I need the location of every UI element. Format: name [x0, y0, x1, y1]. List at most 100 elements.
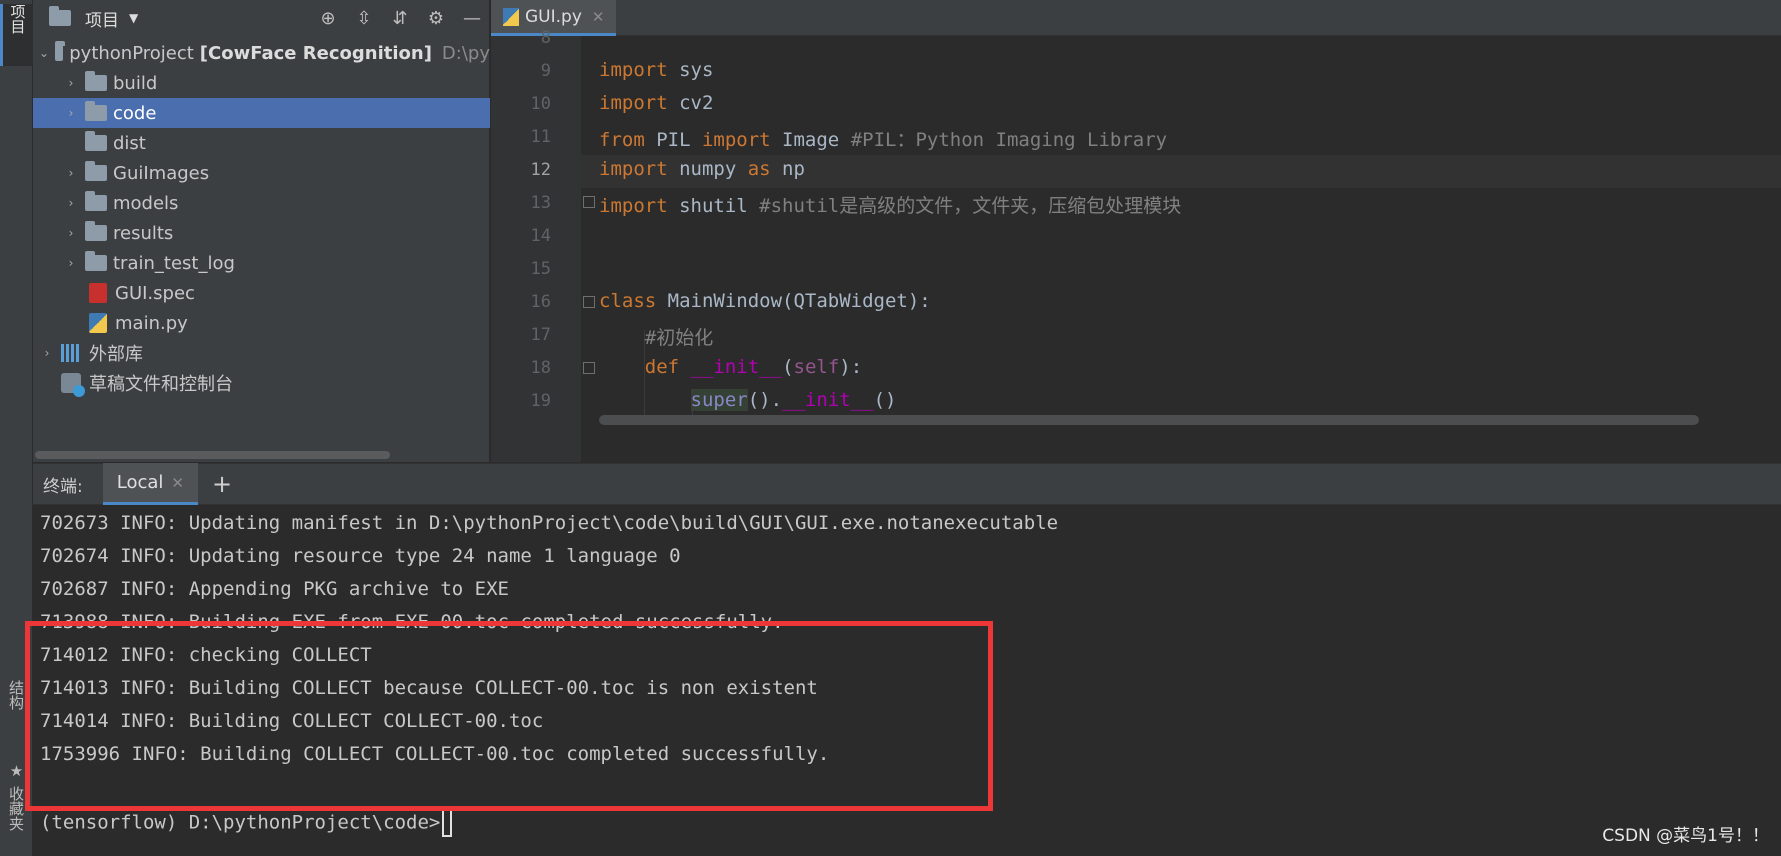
tree-node-label: 外部库: [89, 344, 143, 365]
terminal-tab-local[interactable]: Local ✕: [102, 463, 198, 505]
tool-tab-project-label: 项目: [8, 4, 27, 34]
tree-node-gui-spec[interactable]: GUI.spec: [33, 278, 490, 308]
tree-node-label: 草稿文件和控制台: [89, 374, 233, 395]
terminal-line: 702687 INFO: Appending PKG archive to EX…: [40, 578, 509, 600]
terminal-prompt-line[interactable]: (tensorflow) D:\pythonProject\code>: [40, 809, 453, 837]
fold-marker-icon[interactable]: [583, 196, 595, 208]
tree-node-label: GuiImages: [113, 162, 210, 184]
terminal-line: 702673 INFO: Updating manifest in D:\pyt…: [40, 512, 1059, 534]
folder-icon: [85, 191, 107, 211]
project-tree: ⌄ pythonProject [CowFace Recognition] D:…: [33, 38, 490, 398]
code-line[interactable]: import shutil #shutil是高级的文件，文件夹，压缩包处理模块: [599, 191, 1181, 218]
locate-icon[interactable]: ⊕: [315, 5, 341, 31]
line-number-current: 12: [530, 160, 551, 180]
close-icon[interactable]: ✕: [592, 8, 605, 26]
code-line[interactable]: class MainWindow(QTabWidget):: [599, 290, 931, 312]
tree-node-build[interactable]: › build: [33, 68, 490, 98]
collapse-all-icon[interactable]: ⇵: [387, 5, 413, 31]
tree-node-root[interactable]: ⌄ pythonProject [CowFace Recognition] D:…: [33, 38, 490, 68]
chevron-right-icon[interactable]: ›: [63, 106, 79, 120]
tree-node-label: dist: [113, 132, 146, 154]
chevron-down-icon[interactable]: ▼: [129, 11, 138, 25]
tool-tab-structure-label: 结构: [7, 680, 25, 710]
python-file-icon: [503, 7, 519, 26]
terminal-prompt: (tensorflow) D:\pythonProject\code>: [40, 811, 441, 834]
expand-all-icon[interactable]: ⇳: [351, 5, 377, 31]
chevron-right-icon[interactable]: ›: [63, 226, 79, 240]
code-line[interactable]: def __init__(self):: [599, 356, 862, 378]
line-number-gutter: 8 9 10 11 12 13 14 15 16 17 18 19: [491, 28, 581, 462]
tree-node-main-py[interactable]: main.py: [33, 308, 490, 338]
tree-node-label: results: [113, 222, 174, 244]
chevron-right-icon[interactable]: ›: [63, 76, 79, 90]
tree-node-label: main.py: [115, 312, 188, 334]
folder-icon: [55, 41, 66, 61]
tree-node-label: models: [113, 192, 179, 214]
tree-node-module: [CowFace Recognition]: [199, 42, 432, 64]
spec-file-icon: [89, 283, 107, 303]
line-number: 11: [530, 127, 551, 147]
terminal-title: 终端:: [43, 476, 83, 497]
terminal-line: 702674 INFO: Updating resource type 24 n…: [40, 545, 681, 567]
line-number: 15: [530, 259, 551, 279]
highlight-annotation-box: [25, 621, 993, 811]
tree-node-dist[interactable]: dist: [33, 128, 490, 158]
folder-icon: [85, 71, 107, 91]
editor-horizontal-scrollbar[interactable]: [599, 415, 1699, 425]
line-number: 17: [530, 325, 551, 345]
tree-node-results[interactable]: › results: [33, 218, 490, 248]
tree-node-label: pythonProject: [69, 42, 194, 64]
folder-icon: [85, 251, 107, 271]
folder-icon: [49, 6, 71, 26]
terminal-header: 终端: Local ✕ +: [33, 463, 1781, 505]
code-line[interactable]: from PIL import Image #PIL：Python Imagin…: [599, 125, 1167, 152]
chevron-right-icon[interactable]: ›: [63, 166, 79, 180]
tree-node-external-libraries[interactable]: › 外部库: [33, 338, 490, 368]
chevron-down-icon[interactable]: ⌄: [39, 46, 49, 60]
chevron-right-icon[interactable]: ›: [39, 346, 55, 360]
project-panel-title[interactable]: 项目: [85, 6, 119, 31]
editor-tab-bar: GUI.py ✕: [491, 0, 1781, 36]
minimize-icon[interactable]: —: [459, 5, 485, 31]
code-line[interactable]: super().__init__(): [599, 389, 896, 411]
tree-node-path: D:\py: [441, 42, 490, 64]
tool-tab-project[interactable]: 项目: [0, 4, 33, 66]
watermark: CSDN @菜鸟1号！！: [1602, 826, 1769, 846]
line-number: 9: [540, 61, 551, 81]
tree-node-label: code: [113, 102, 157, 124]
project-horizontal-scrollbar[interactable]: [35, 451, 390, 459]
chevron-right-icon[interactable]: ›: [63, 256, 79, 270]
folder-icon: [85, 101, 107, 121]
close-icon[interactable]: ✕: [171, 474, 184, 492]
line-number: 10: [530, 94, 551, 114]
line-number: 18: [530, 358, 551, 378]
star-icon: ★: [7, 762, 26, 780]
add-terminal-icon[interactable]: +: [212, 470, 232, 498]
folder-icon: [85, 161, 107, 181]
python-file-icon: [89, 313, 107, 333]
tree-node-scratches[interactable]: 草稿文件和控制台: [33, 368, 490, 398]
line-number: 8: [540, 28, 551, 48]
tree-node-label: train_test_log: [113, 252, 235, 274]
terminal-tab-label: Local: [116, 472, 164, 493]
tree-node-code[interactable]: › code: [33, 98, 490, 128]
gear-icon[interactable]: ⚙: [423, 5, 449, 31]
chevron-right-icon[interactable]: ›: [63, 196, 79, 210]
fold-marker-icon[interactable]: [583, 296, 595, 308]
folder-icon: [85, 221, 107, 241]
tree-node-train-test-log[interactable]: › train_test_log: [33, 248, 490, 278]
fold-marker-icon[interactable]: [583, 362, 595, 374]
code-line[interactable]: import sys: [599, 59, 713, 81]
line-number: 19: [530, 391, 551, 411]
tree-node-models[interactable]: › models: [33, 188, 490, 218]
tool-tab-favorites-label: 收藏夹: [7, 786, 25, 831]
code-line[interactable]: import cv2: [599, 92, 713, 114]
code-line[interactable]: #初始化: [599, 323, 713, 350]
line-number: 16: [530, 292, 551, 312]
text-cursor: [442, 809, 453, 837]
tree-node-guiimages[interactable]: › GuiImages: [33, 158, 490, 188]
terminal-output[interactable]: 702673 INFO: Updating manifest in D:\pyt…: [25, 506, 1781, 856]
scratch-console-icon: [61, 373, 85, 397]
code-line[interactable]: import numpy as np: [599, 158, 805, 180]
project-panel-toolbar: ⊕ ⇳ ⇵ ⚙ —: [315, 5, 485, 31]
